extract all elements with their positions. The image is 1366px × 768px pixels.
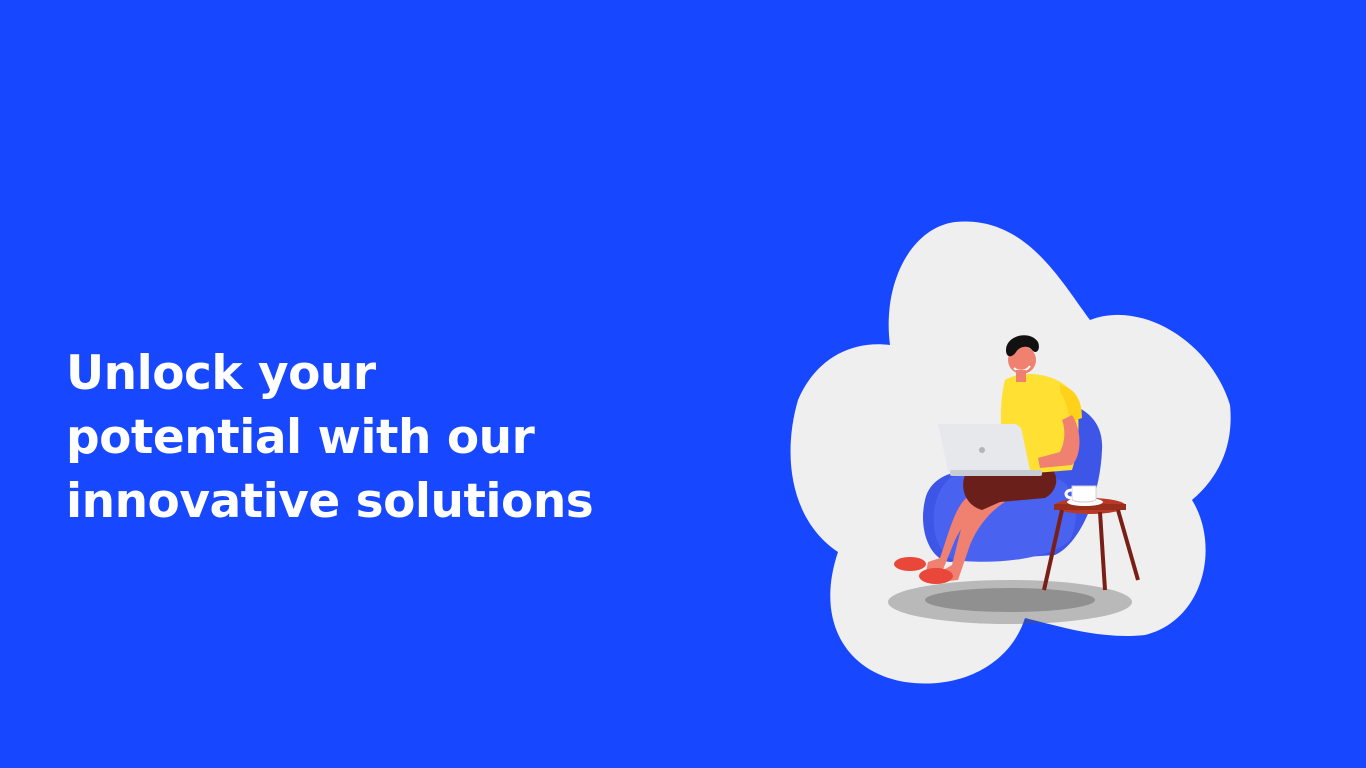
illustration-svg: [790, 221, 1231, 684]
hero-illustration: [760, 200, 1260, 700]
floor-shadow-core: [925, 588, 1095, 612]
hero-section: Unlock your potential with our innovativ…: [0, 0, 1366, 768]
hero-headline: Unlock your potential with our innovativ…: [66, 342, 686, 534]
headline-line-3: innovative solutions: [66, 474, 594, 529]
headline-line-2: potential with our: [66, 410, 535, 465]
headline-line-1: Unlock your: [66, 346, 376, 401]
